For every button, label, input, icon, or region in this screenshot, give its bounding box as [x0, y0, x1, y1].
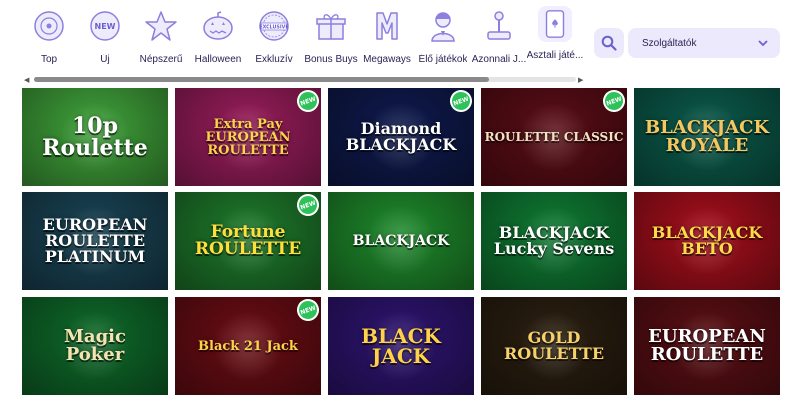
- megaways-icon: [367, 6, 407, 46]
- game-title: Magic Poker: [64, 326, 126, 365]
- scrollbar-thumb[interactable]: [34, 77, 489, 82]
- new-badge: NEW: [293, 88, 321, 116]
- star-icon: [141, 6, 181, 46]
- live-dealer-icon: [423, 6, 463, 46]
- game-tile[interactable]: Extra Pay EUROPEAN ROULETTE NEW: [175, 88, 321, 186]
- category-label: Új: [100, 54, 110, 65]
- category-bonus-buys[interactable]: Bonus Buys: [300, 6, 362, 72]
- category-label: Bonus Buys: [304, 54, 358, 65]
- category-label: Halloween: [194, 54, 242, 65]
- game-title: BLACK JACK: [361, 324, 441, 368]
- game-title: Extra Pay EUROPEAN ROULETTE: [205, 116, 291, 158]
- game-tile[interactable]: BLACKJACK: [328, 192, 474, 290]
- category-live-games[interactable]: Élő játékok: [412, 6, 474, 72]
- category-label: Megaways: [363, 54, 411, 65]
- svg-text:EXCLUSIVE: EXCLUSIVE: [259, 25, 288, 31]
- top-icon: [29, 6, 69, 46]
- category-label: Népszerű: [139, 54, 183, 65]
- cards-icon: [538, 6, 572, 42]
- category-label: Asztali játé...: [526, 50, 584, 61]
- new-badge: NEW: [446, 88, 474, 116]
- game-tile[interactable]: Magic Poker: [22, 297, 168, 395]
- pumpkin-icon: [198, 6, 238, 46]
- game-title: BLACKJACK Lucky Sevens: [493, 223, 615, 258]
- game-grid: 10p Roulette Extra Pay EUROPEAN ROULETTE N…: [0, 88, 800, 400]
- game-tile[interactable]: BLACKJACK Lucky Sevens: [481, 192, 627, 290]
- provider-select-value: Szolgáltatók: [642, 37, 697, 49]
- category-bar: Top NEW Új Népszerű Halloween EXCLUSIVE …: [0, 0, 590, 86]
- category-popular[interactable]: Népszerű: [130, 6, 192, 72]
- game-tile[interactable]: ROULETTE CLASSIC NEW: [481, 88, 627, 186]
- category-instant-games[interactable]: Azonnali J...: [468, 6, 530, 72]
- game-tile[interactable]: 10p Roulette: [22, 88, 168, 186]
- scroll-right-arrow-icon[interactable]: ▶: [578, 76, 583, 84]
- game-title: Fortune ROULETTE: [194, 222, 302, 259]
- category-table-games[interactable]: Asztali játé...: [524, 6, 586, 72]
- category-scrollbar[interactable]: [34, 77, 576, 82]
- game-tile[interactable]: BLACKJACK ROYALE: [634, 88, 780, 186]
- category-new[interactable]: NEW Új: [74, 6, 136, 72]
- casino-lobby: Top NEW Új Népszerű Halloween EXCLUSIVE …: [0, 0, 800, 400]
- game-title: GOLD ROULETTE: [503, 328, 605, 363]
- game-title: BLACKJACK ROYALE: [644, 117, 770, 156]
- game-tile[interactable]: BLACKJACK BETO: [634, 192, 780, 290]
- game-title: BLACKJACK BETO: [651, 223, 763, 258]
- game-title: Black 21 Jack: [198, 338, 298, 354]
- category-label: Top: [40, 54, 58, 65]
- category-top[interactable]: Top: [18, 6, 80, 72]
- scroll-left-arrow-icon[interactable]: ◀: [24, 76, 29, 84]
- joystick-icon: [479, 6, 519, 46]
- category-label: Élő játékok: [418, 54, 468, 65]
- category-exclusive[interactable]: EXCLUSIVE Exkluzív: [243, 6, 305, 72]
- game-title: EUROPEAN ROULETTE: [648, 326, 766, 365]
- game-title: ROULETTE CLASSIC: [484, 130, 624, 144]
- category-label: Exkluzív: [255, 54, 293, 65]
- game-tile[interactable]: Fortune ROULETTE NEW: [175, 192, 321, 290]
- category-megaways[interactable]: Megaways: [356, 6, 418, 72]
- game-tile[interactable]: EUROPEAN ROULETTE PLATINUM: [22, 192, 168, 290]
- new-badge: NEW: [293, 192, 321, 220]
- provider-select[interactable]: Szolgáltatók: [628, 28, 780, 58]
- chevron-down-icon: [758, 39, 768, 46]
- svg-text:NEW: NEW: [95, 22, 116, 31]
- category-label: Azonnali J...: [471, 54, 527, 65]
- game-tile[interactable]: GOLD ROULETTE: [481, 297, 627, 395]
- gift-icon: [311, 6, 351, 46]
- game-tile[interactable]: BLACK JACK: [328, 297, 474, 395]
- game-title: EUROPEAN ROULETTE PLATINUM: [42, 215, 148, 266]
- game-title: 10p Roulette: [42, 113, 148, 161]
- search-button[interactable]: [594, 28, 624, 58]
- search-icon: [601, 35, 617, 51]
- new-icon: NEW: [85, 6, 125, 46]
- game-tile[interactable]: Black 21 Jack NEW: [175, 297, 321, 395]
- game-tile[interactable]: EUROPEAN ROULETTE: [634, 297, 780, 395]
- game-title: BLACKJACK: [352, 233, 450, 249]
- exclusive-icon: EXCLUSIVE: [254, 6, 294, 46]
- game-tile[interactable]: Diamond BLACKJACK NEW: [328, 88, 474, 186]
- new-badge: NEW: [599, 88, 627, 116]
- category-halloween[interactable]: Halloween: [187, 6, 249, 72]
- game-title: Diamond BLACKJACK: [345, 119, 457, 154]
- new-badge: NEW: [293, 297, 321, 325]
